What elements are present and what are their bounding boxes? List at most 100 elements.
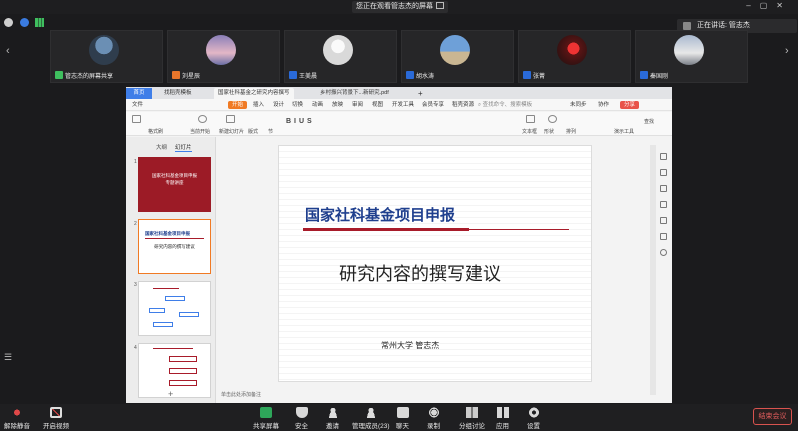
animation-icon[interactable] — [660, 169, 667, 176]
add-slide-button[interactable]: + — [168, 389, 173, 399]
slide-thumbnail[interactable]: 国家社科基金项目申报 专题讲座 — [138, 157, 211, 212]
share-button[interactable]: 分享 — [620, 101, 640, 109]
menu-developer[interactable]: 开发工具 — [392, 99, 414, 111]
tab-slides[interactable]: 幻灯片 — [175, 145, 192, 152]
camera-off-icon — [50, 407, 62, 418]
avatar — [440, 35, 470, 65]
chat-label: 聊天 — [396, 423, 409, 430]
participants-button[interactable]: 管理成员(23) — [352, 407, 390, 430]
slide-canvas[interactable]: 国家社科基金项目申报 研究内容的撰写建议 常州大学 管志杰 — [278, 145, 592, 382]
new-tab-button[interactable]: + — [414, 88, 427, 99]
menu-docer[interactable]: 稻壳资源 — [452, 99, 474, 111]
tab-outline[interactable]: 大纲 — [156, 145, 167, 151]
format-painter[interactable]: 格式刷 — [148, 128, 163, 135]
comment-icon[interactable] — [660, 233, 667, 240]
thumb-title: 国家社科基金项目申报 — [145, 230, 204, 239]
share-screen-button[interactable]: 共享屏幕 — [253, 407, 279, 430]
layout-icon[interactable] — [660, 201, 667, 208]
help-icon[interactable] — [660, 249, 667, 256]
video-tile[interactable]: 胡水涛 — [401, 30, 514, 83]
shape-button[interactable]: 形状 — [544, 128, 554, 135]
textbox-button[interactable]: 文本框 — [522, 128, 537, 135]
menu-file[interactable]: 文件 — [132, 99, 143, 111]
menu-review[interactable]: 审阅 — [352, 99, 363, 111]
slide-thumbnail-active[interactable]: 国家社科基金项目申报 研究内容的撰写建议 — [138, 219, 211, 274]
menu-animation[interactable]: 动画 — [312, 99, 323, 111]
menu-member[interactable]: 会员专享 — [422, 99, 444, 111]
info-icon[interactable] — [4, 18, 13, 27]
invite-button[interactable]: 邀请 — [326, 407, 339, 430]
chat-icon — [396, 407, 409, 418]
view-options-icon[interactable] — [436, 2, 444, 9]
security-button[interactable]: 安全 — [295, 407, 308, 430]
avatar — [89, 35, 119, 65]
start-video-button[interactable]: 开启视频 — [43, 407, 69, 430]
tab-document[interactable]: 国家社科基金之研究内容撰写 — [214, 88, 294, 99]
title-underline-thin — [469, 229, 569, 230]
collaborate-button[interactable]: 协作 — [598, 99, 609, 111]
viewing-indicator[interactable]: 您正在观看管志杰的屏幕 — [352, 1, 448, 13]
participant-name: 张菁 — [523, 71, 545, 80]
meeting-toolbar: 解除静音 开启视频 共享屏幕 安全 邀请 管理成员(23) 聊天 录制 分组讨论… — [0, 404, 798, 431]
microphone-muted-icon — [11, 407, 23, 418]
shared-screen: 首页 找稻壳模板 国家社科基金之研究内容撰写 乡村振兴背景下...新研究.pdf… — [126, 87, 672, 403]
signal-icon[interactable] — [35, 18, 44, 27]
menu-view[interactable]: 视图 — [372, 99, 383, 111]
menu-slideshow[interactable]: 放映 — [332, 99, 343, 111]
search-command[interactable]: ⌕ 查找命令、搜索模板 — [478, 99, 532, 111]
find-button[interactable]: 查找 — [644, 118, 654, 125]
slide-subtitle: 研究内容的撰写建议 — [339, 264, 501, 285]
unmute-label: 解除静音 — [4, 423, 30, 430]
menu-icon[interactable]: ☰ — [4, 352, 16, 362]
viewing-text: 您正在观看管志杰的屏幕 — [356, 3, 433, 10]
shape-icon[interactable] — [548, 115, 557, 123]
thumb-number: 1 — [134, 159, 137, 165]
unmute-button[interactable]: 解除静音 — [4, 407, 30, 430]
play-icon[interactable] — [198, 115, 207, 123]
record-button[interactable]: 录制 — [427, 407, 440, 430]
video-tile[interactable]: 张菁 — [518, 30, 631, 83]
slide-thumbnail[interactable] — [138, 281, 211, 336]
wps-home-tab[interactable]: 首页 — [126, 88, 152, 99]
tab-pdf[interactable]: 乡村振兴背景下...新研究.pdf — [316, 88, 393, 99]
font-style-buttons[interactable]: BIUS — [286, 118, 315, 125]
new-slide-icon[interactable] — [226, 115, 235, 123]
breakout-button[interactable]: 分组讨论 — [459, 407, 485, 430]
properties-icon[interactable] — [660, 153, 667, 160]
video-tile[interactable]: 王美晨 — [284, 30, 397, 83]
menu-design[interactable]: 设计 — [273, 99, 284, 111]
window-controls[interactable]: –▢✕ — [746, 1, 792, 10]
layout-button[interactable]: 版式 — [248, 128, 258, 135]
participant-name: 管志杰的屏幕共享 — [55, 71, 113, 80]
tab-template[interactable]: 找稻壳模板 — [160, 88, 196, 99]
vertical-scrollbar[interactable] — [650, 145, 656, 395]
participant-name: 刘星辰 — [172, 71, 200, 80]
new-slide-button[interactable]: 新建幻灯片 — [219, 128, 244, 135]
chat-button[interactable]: 聊天 — [396, 407, 409, 430]
apps-button[interactable]: 应用 — [496, 407, 509, 430]
menu-transition[interactable]: 切换 — [292, 99, 303, 111]
menu-insert[interactable]: 插入 — [253, 99, 264, 111]
notes-placeholder[interactable]: 单击此处添加备注 — [221, 391, 261, 398]
start-from-current[interactable]: 当前开始 — [190, 128, 210, 135]
sync-status[interactable]: 未同步 — [570, 99, 587, 111]
settings-icon[interactable] — [660, 217, 667, 224]
video-tile[interactable]: 管志杰的屏幕共享 — [50, 30, 163, 83]
slide-title: 国家社科基金项目申报 — [305, 206, 456, 224]
thumb-title: 国家社科基金项目申报 — [152, 173, 197, 178]
end-meeting-button[interactable]: 结束会议 — [753, 408, 792, 425]
arrange-button[interactable]: 排列 — [566, 128, 576, 135]
presentation-tools[interactable]: 演示工具 — [614, 128, 634, 135]
record-label: 录制 — [427, 423, 440, 430]
settings-button[interactable]: 设置 — [527, 407, 540, 430]
menu-home[interactable]: 开始 — [228, 101, 248, 109]
video-tile[interactable]: 刘星辰 — [167, 30, 280, 83]
paste-icon[interactable] — [132, 115, 141, 123]
shape-style-icon[interactable] — [660, 185, 667, 192]
shield-icon[interactable] — [20, 18, 29, 27]
textbox-icon[interactable] — [526, 115, 535, 123]
speaker-icon — [683, 22, 691, 30]
video-tile[interactable]: 秦国刚 — [635, 30, 748, 83]
section-button[interactable]: 节 — [268, 128, 273, 135]
slide-thumbnail[interactable] — [138, 343, 211, 398]
